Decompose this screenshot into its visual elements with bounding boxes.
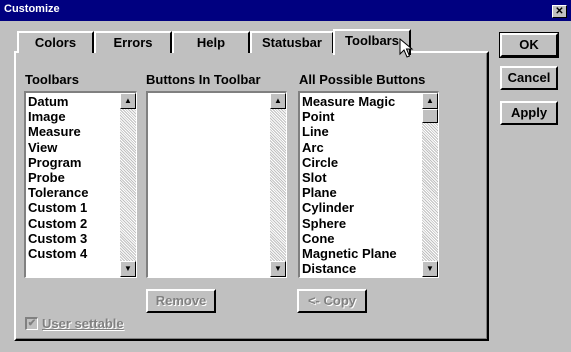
scroll-thumb[interactable] [422, 109, 438, 123]
list-item[interactable]: Custom 4 [28, 246, 120, 261]
arrow-cursor-icon [399, 38, 414, 58]
cancel-button-label: Cancel [507, 70, 551, 85]
window-title: Customize [4, 3, 60, 15]
list-item[interactable]: Datum [28, 94, 120, 109]
list-item[interactable]: Distance [302, 261, 422, 276]
list-item[interactable]: Plane [302, 185, 422, 200]
user-settable-label: User settable [42, 316, 124, 331]
tab-label: Statusbar [262, 35, 322, 50]
arrow-up-icon: ▲ [124, 96, 132, 105]
list-item[interactable]: Probe [28, 170, 120, 185]
toolbars-label: Toolbars [25, 72, 79, 87]
list-item[interactable]: Measure [28, 124, 120, 139]
tab-label: Toolbars [345, 33, 399, 48]
all-possible-buttons-listbox[interactable]: Measure Magic Point Line Arc Circle Slot… [298, 91, 439, 278]
close-button[interactable]: ✕ [552, 5, 567, 18]
list-item[interactable]: Tolerance [28, 185, 120, 200]
scroll-down-button[interactable]: ▼ [120, 261, 136, 277]
scroll-up-button[interactable]: ▲ [270, 93, 286, 109]
ok-button[interactable]: OK [499, 32, 559, 58]
list-item[interactable]: Magnetic Plane [302, 246, 422, 261]
tab-help[interactable]: Help [172, 31, 250, 53]
tab-label: Colors [34, 35, 77, 50]
toolbars-items: Datum Image Measure View Program Probe T… [28, 94, 120, 261]
toolbars-scrollbar[interactable]: ▲ ▼ [120, 93, 136, 277]
user-settable-checkbox[interactable]: ✔ [25, 317, 38, 330]
copy-button[interactable]: <- Copy [297, 289, 367, 313]
scroll-up-button[interactable]: ▲ [120, 93, 136, 109]
apply-button-label: Apply [510, 105, 548, 120]
list-item[interactable]: Custom 1 [28, 200, 120, 215]
list-item[interactable]: Point [302, 109, 422, 124]
tab-label: Help [196, 35, 226, 50]
cancel-button[interactable]: Cancel [500, 66, 558, 90]
list-item[interactable]: Line [302, 124, 422, 139]
list-item[interactable]: View [28, 140, 120, 155]
arrow-down-icon: ▼ [124, 264, 132, 273]
toolbars-listbox[interactable]: Datum Image Measure View Program Probe T… [24, 91, 137, 278]
arrow-down-icon: ▼ [426, 264, 434, 273]
list-item[interactable]: Custom 2 [28, 216, 120, 231]
list-item[interactable]: Image [28, 109, 120, 124]
user-settable-text: User settable [42, 316, 124, 331]
buttons-in-toolbar-label: Buttons In Toolbar [146, 72, 261, 87]
buttons-in-toolbar-scrollbar[interactable]: ▲ ▼ [270, 93, 286, 277]
all-possible-buttons-label: All Possible Buttons [299, 72, 426, 87]
close-icon: ✕ [555, 6, 564, 17]
scroll-up-button[interactable]: ▲ [422, 93, 438, 109]
remove-button[interactable]: Remove [146, 289, 216, 313]
arrow-up-icon: ▲ [426, 96, 434, 105]
list-item[interactable]: Slot [302, 170, 422, 185]
list-item[interactable]: Measure Magic [302, 94, 422, 109]
list-item[interactable]: Arc [302, 140, 422, 155]
remove-button-label: Remove [155, 293, 207, 308]
list-item[interactable]: Sphere [302, 216, 422, 231]
tab-label: Errors [113, 35, 153, 50]
all-buttons-scrollbar[interactable]: ▲ ▼ [422, 93, 438, 277]
tab-statusbar[interactable]: Statusbar [250, 31, 334, 53]
check-icon: ✔ [27, 318, 37, 329]
ok-button-label: OK [519, 37, 539, 52]
list-item[interactable]: Cone [302, 231, 422, 246]
title-bar: Customize ✕ [0, 0, 571, 21]
list-item[interactable]: Custom 3 [28, 231, 120, 246]
list-item[interactable]: Circle [302, 155, 422, 170]
apply-button[interactable]: Apply [500, 101, 558, 125]
arrow-down-icon: ▼ [274, 264, 282, 273]
arrow-up-icon: ▲ [274, 96, 282, 105]
scroll-down-button[interactable]: ▼ [422, 261, 438, 277]
all-buttons-items: Measure Magic Point Line Arc Circle Slot… [302, 94, 422, 276]
list-item[interactable]: Program [28, 155, 120, 170]
tab-colors[interactable]: Colors [17, 31, 94, 53]
scroll-down-button[interactable]: ▼ [270, 261, 286, 277]
copy-button-label: <- Copy [307, 293, 357, 308]
list-item[interactable]: Cylinder [302, 200, 422, 215]
buttons-in-toolbar-listbox[interactable]: ▲ ▼ [146, 91, 287, 278]
tab-errors[interactable]: Errors [94, 31, 172, 53]
